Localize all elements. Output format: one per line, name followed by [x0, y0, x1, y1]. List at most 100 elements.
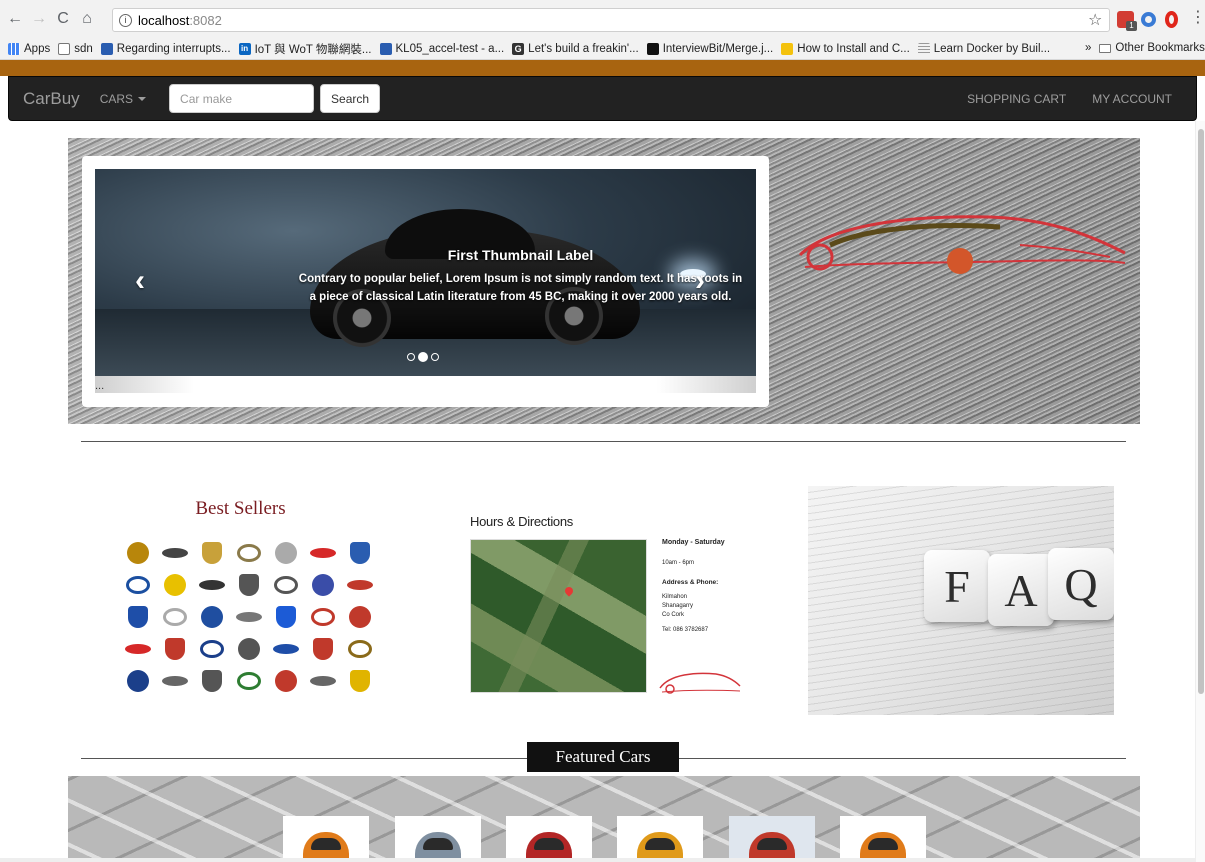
bookmark-label: Learn Docker by Buil... [933, 42, 1051, 55]
bookmark-item[interactable]: Learn Docker by Buil... [917, 42, 1051, 55]
featured-car-thumbnail[interactable] [283, 816, 369, 862]
bookmark-item[interactable]: KL05_accel-test - a... [379, 42, 504, 55]
car-brand-logo [231, 602, 266, 632]
bookmark-item[interactable]: in IoT 與 WoT 物聯網裝... [238, 41, 372, 57]
bulb-icon [781, 42, 794, 55]
featured-cars-strip [68, 776, 1140, 862]
featured-car-thumbnail[interactable] [729, 816, 815, 862]
car-brand-logo [342, 538, 377, 568]
brand-logo-mark [237, 638, 260, 660]
other-bookmarks[interactable]: Other Bookmarks [1115, 42, 1204, 54]
hours-directions-card[interactable]: Hours & Directions Monday - Saturday 10a… [470, 514, 750, 699]
top-accent-band [0, 60, 1205, 76]
car-brand-logo [231, 538, 266, 568]
brand-logo-mark [201, 542, 222, 564]
page-scrollbar[interactable] [1195, 121, 1205, 862]
best-sellers-card[interactable]: Best Sellers [108, 498, 383, 693]
scrollbar-thumb[interactable] [1198, 129, 1204, 694]
car-brand-logo [231, 666, 266, 696]
car-brand-logo [194, 538, 229, 568]
featured-car-thumbnail[interactable] [840, 816, 926, 862]
car-brand-logo [342, 570, 377, 600]
carbuy-car-logo [798, 215, 1126, 274]
bookmark-item[interactable]: G Let's build a freakin'... [512, 42, 639, 55]
brand-logo-mark [127, 606, 148, 628]
address-bar[interactable]: i localhost:8082 [112, 8, 1110, 32]
brand-logo-mark [162, 608, 187, 626]
bookmark-item[interactable]: sdn [58, 42, 93, 55]
brand-logo-mark [346, 580, 373, 590]
brand-logo-mark [311, 574, 334, 596]
more-bookmarks-chevron[interactable]: » [1085, 42, 1091, 54]
car-brand-logo [157, 666, 192, 696]
bookmark-label: InterviewBit/Merge.j... [662, 42, 774, 55]
carousel-indicator-dot[interactable] [431, 353, 439, 361]
brand-logo-mark [125, 576, 150, 594]
my-account-link[interactable]: MY ACCOUNT [1092, 92, 1172, 106]
extension-icon[interactable]: 1 [1117, 11, 1137, 31]
bookmark-star-icon[interactable]: ☆ [1088, 10, 1102, 30]
bookmarks-bar: Apps sdn Regarding interrupts... in IoT 與 Wo… [0, 38, 1205, 60]
featured-car-thumbnail[interactable] [617, 816, 703, 862]
browser-menu-icon[interactable]: ⋮ [1190, 9, 1205, 27]
brand-logo-mark [275, 606, 296, 628]
bookmark-item[interactable]: Apps [8, 42, 51, 55]
featured-car-window [534, 838, 564, 850]
car-brand-logo [157, 538, 192, 568]
home-icon[interactable]: ⌂ [76, 8, 98, 30]
carousel-caption: First Thumbnail Label Contrary to popula… [295, 247, 746, 306]
faq-die-a: A [988, 554, 1054, 626]
bookmark-item[interactable]: InterviewBit/Merge.j... [646, 42, 774, 55]
faq-die-f: F [924, 550, 990, 622]
brand-logo-mark [201, 670, 222, 692]
cars-dropdown[interactable]: CARS [99, 91, 147, 106]
bookmark-item[interactable]: Regarding interrupts... [100, 42, 231, 55]
featured-car-window [645, 838, 675, 850]
carousel-next-chevron-icon[interactable]: › [695, 264, 705, 298]
carousel-indicator-dot[interactable] [407, 353, 415, 361]
linkedin-icon: in [238, 42, 251, 55]
car-brand-logo [268, 666, 303, 696]
car-brand-logo [120, 570, 155, 600]
back-arrow-icon[interactable]: ← [4, 8, 26, 30]
carousel-indicator-dot[interactable] [418, 352, 428, 362]
featured-car-thumbnail[interactable] [395, 816, 481, 862]
url-host: localhost [138, 12, 190, 28]
featured-car-window [757, 838, 787, 850]
address-line: Co Cork [662, 612, 685, 618]
car-brand-logo [268, 570, 303, 600]
search-button[interactable]: Search [320, 84, 381, 113]
car-make-search-input[interactable] [169, 84, 315, 113]
brand-logo-mark [238, 574, 259, 596]
brand-logo-mark [236, 544, 261, 562]
github-icon [646, 42, 659, 55]
opera-blue-icon[interactable] [1141, 12, 1156, 27]
reload-icon[interactable]: C [52, 8, 74, 30]
faq-card[interactable]: F A Q [808, 486, 1114, 715]
brand-logo[interactable]: CarBuy [23, 89, 80, 109]
address-heading: Address & Phone: [662, 579, 719, 586]
bookmark-label: Apps [24, 42, 51, 55]
car-brand-logo [342, 666, 377, 696]
car-brand-logo [342, 634, 377, 664]
site-info-icon[interactable]: i [119, 13, 132, 27]
bookmark-item[interactable]: How to Install and C... [781, 42, 910, 55]
shopping-cart-link[interactable]: SHOPPING CART [967, 92, 1066, 106]
navbar-right: SHOPPING CART MY ACCOUNT [967, 77, 1172, 120]
car-brand-logo [157, 634, 192, 664]
carousel-prev-chevron-icon[interactable]: ‹ [135, 264, 145, 298]
opera-red-icon[interactable] [1165, 11, 1178, 28]
car-brand-logo [194, 570, 229, 600]
bookmarks-overflow[interactable]: » Other Bookmarks [1085, 42, 1205, 54]
forward-arrow-icon[interactable]: → [28, 8, 50, 30]
brand-logo-mark [236, 672, 261, 690]
brand-logo-mark [309, 676, 336, 686]
brand-logo-mark [312, 638, 333, 660]
featured-car-thumbnail[interactable] [506, 816, 592, 862]
car-brand-logo [268, 634, 303, 664]
bookmark-label: Let's build a freakin'... [528, 42, 639, 55]
cars-dropdown-label: CARS [99, 91, 134, 106]
hours-directions-title: Hours & Directions [470, 514, 573, 529]
bookmark-label: sdn [74, 42, 93, 55]
carousel-indicators [407, 352, 439, 362]
